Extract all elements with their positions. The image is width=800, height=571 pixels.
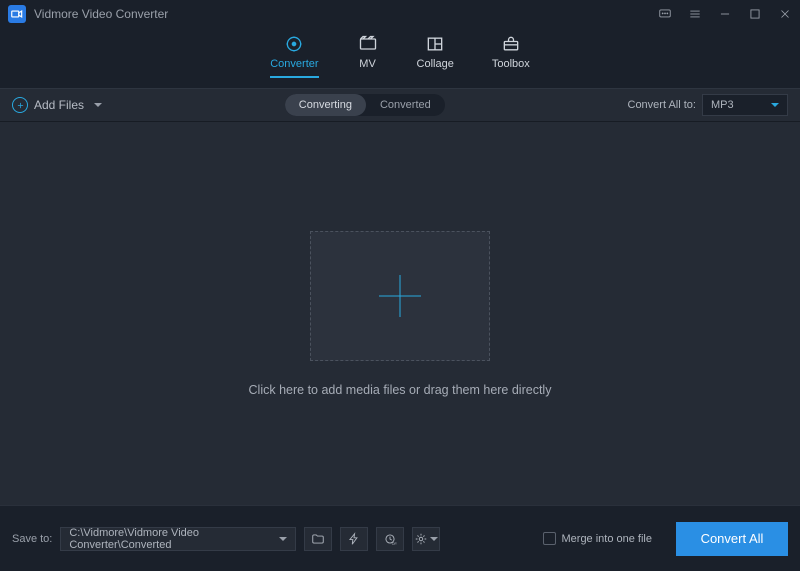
settings-button[interactable]: [412, 527, 440, 551]
footer: Save to: C:\Vidmore\Vidmore Video Conver…: [0, 505, 800, 571]
tab-collage[interactable]: Collage: [417, 34, 454, 78]
plus-icon: [12, 97, 28, 113]
add-files-label: Add Files: [34, 98, 84, 112]
save-to-label: Save to:: [12, 533, 52, 545]
tab-converter[interactable]: Converter: [270, 34, 318, 78]
convert-all-to: Convert All to: MP3: [628, 94, 788, 116]
minimize-icon[interactable]: [718, 7, 732, 21]
dropzone-hint: Click here to add media files or drag th…: [249, 383, 552, 397]
tab-converter-label: Converter: [270, 58, 318, 70]
tab-mv[interactable]: MV: [357, 34, 379, 78]
maximize-icon[interactable]: [748, 7, 762, 21]
menu-icon[interactable]: [688, 7, 702, 21]
save-path-dropdown[interactable]: C:\Vidmore\Vidmore Video Converter\Conve…: [60, 527, 296, 551]
segment-converting[interactable]: Converting: [285, 94, 366, 116]
tab-toolbox-label: Toolbox: [492, 58, 530, 70]
workspace: Click here to add media files or drag th…: [0, 122, 800, 505]
merge-label: Merge into one file: [562, 533, 653, 545]
segment-converted[interactable]: Converted: [366, 94, 445, 116]
close-icon[interactable]: [778, 7, 792, 21]
add-files-button[interactable]: Add Files: [12, 97, 102, 113]
save-path-text: C:\Vidmore\Vidmore Video Converter\Conve…: [69, 527, 275, 551]
nav-tabs: Converter MV Collage Toolbox: [0, 28, 800, 88]
toolbar: Add Files Converting Converted Convert A…: [0, 88, 800, 122]
checkbox-icon: [543, 532, 556, 545]
tab-collage-label: Collage: [417, 58, 454, 70]
chevron-down-icon: [771, 103, 779, 107]
chevron-down-icon: [430, 537, 438, 541]
format-dropdown[interactable]: MP3: [702, 94, 788, 116]
status-segment: Converting Converted: [285, 94, 445, 116]
gpu-accel-button[interactable]: [340, 527, 368, 551]
app-title: Vidmore Video Converter: [34, 7, 658, 21]
svg-text:OFF: OFF: [392, 541, 397, 545]
chevron-down-icon: [279, 537, 287, 541]
merge-checkbox[interactable]: Merge into one file: [543, 532, 653, 545]
tab-mv-label: MV: [359, 58, 376, 70]
tab-toolbox[interactable]: Toolbox: [492, 34, 530, 78]
convert-all-button[interactable]: Convert All: [676, 522, 788, 556]
open-folder-button[interactable]: [304, 527, 332, 551]
titlebar: Vidmore Video Converter: [0, 0, 800, 28]
window-controls: [658, 7, 792, 21]
feedback-icon[interactable]: [658, 7, 672, 21]
plus-icon: [379, 275, 421, 317]
app-logo: [8, 5, 26, 23]
convert-all-to-label: Convert All to:: [628, 99, 696, 111]
dropzone[interactable]: [310, 231, 490, 361]
format-selected: MP3: [711, 99, 734, 111]
chevron-down-icon: [94, 103, 102, 107]
high-speed-button[interactable]: OFF: [376, 527, 404, 551]
